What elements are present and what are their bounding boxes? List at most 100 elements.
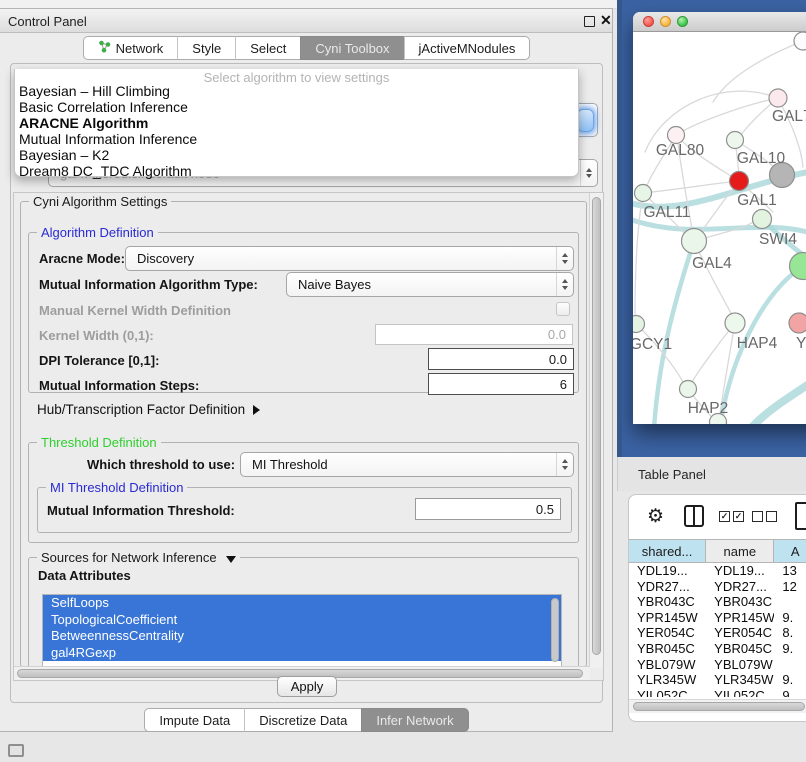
table-row[interactable]: YBR043CYBR043C — [629, 594, 806, 610]
table-row[interactable]: YBR045CYBR045C9. — [629, 641, 806, 657]
table-cell[interactable]: YBR043C — [629, 594, 706, 610]
table-horizontal-scrollbar[interactable] — [629, 699, 806, 713]
settings-vertical-scrollbar[interactable] — [589, 193, 603, 668]
network-node[interactable] — [794, 32, 806, 50]
column-header[interactable]: A — [774, 540, 806, 562]
attribute-item[interactable]: gal4RGexp — [43, 645, 561, 662]
network-node[interactable] — [633, 316, 645, 333]
tab-style[interactable]: Style — [177, 36, 235, 60]
table-row[interactable]: YDR27...YDR27...12 — [629, 579, 806, 595]
network-node[interactable] — [769, 89, 787, 107]
unchecked-box-icon[interactable] — [752, 511, 763, 522]
tab-select[interactable]: Select — [235, 36, 300, 60]
table-cell[interactable]: 9. — [774, 641, 806, 657]
apply-button[interactable]: Apply — [277, 676, 337, 697]
table-cell[interactable]: 12 — [774, 579, 806, 595]
table-cell[interactable]: YPR145W — [706, 610, 774, 626]
table-cell[interactable]: 13 — [774, 563, 806, 579]
network-node[interactable] — [682, 229, 707, 254]
restore-icon[interactable] — [584, 16, 595, 27]
close-icon[interactable]: ✕ — [600, 12, 612, 29]
tab-discretize-data[interactable]: Discretize Data — [244, 708, 361, 732]
network-window-titlebar[interactable] — [633, 12, 806, 32]
attribute-item[interactable]: BetweennessCentrality — [43, 628, 561, 645]
mi-algorithm-type-combo[interactable]: Naive Bayes — [286, 272, 574, 297]
dock-panel-icon[interactable] — [8, 744, 24, 757]
table-cell[interactable]: 9. — [774, 672, 806, 688]
column-header[interactable]: name — [706, 540, 774, 562]
table-cell[interactable]: YBL079W — [706, 657, 774, 673]
aracne-mode-combo[interactable]: Discovery — [125, 246, 574, 271]
network-node[interactable] — [730, 172, 749, 191]
table-cell[interactable]: YBR045C — [629, 641, 706, 657]
table-cell[interactable]: YER054C — [706, 625, 774, 641]
mac-close-button[interactable] — [643, 16, 654, 27]
mac-zoom-button[interactable] — [677, 16, 688, 27]
gear-icon[interactable]: ⚙ — [647, 505, 664, 528]
table-cell[interactable]: YIL052C — [629, 688, 706, 697]
network-node[interactable] — [680, 381, 697, 398]
collapse-arrow-icon[interactable] — [226, 556, 236, 563]
table-row[interactable]: YIL052CYIL052C9. — [629, 688, 806, 697]
data-attributes-list[interactable]: SelfLoopsTopologicalCoefficientBetweenne… — [42, 594, 562, 668]
table-cell[interactable]: YBR043C — [706, 594, 774, 610]
table-cell[interactable]: YER054C — [629, 625, 706, 641]
table-cell[interactable]: YDL19... — [629, 563, 706, 579]
table-cell[interactable]: YDR27... — [629, 579, 706, 595]
network-canvas[interactable]: GAL7GAL80GAL10GAL1GAL11SWI4GAL4GCY1HAP4Y… — [633, 32, 806, 424]
dropdown-item[interactable]: Bayesian – K2 — [15, 147, 578, 163]
table-cell[interactable]: 9. — [774, 610, 806, 626]
table-row[interactable]: YLR345WYLR345W9. — [629, 672, 806, 688]
dropdown-item[interactable]: Bayesian – Hill Climbing — [15, 83, 578, 99]
table-cell[interactable]: YPR145W — [629, 610, 706, 626]
table-cell[interactable]: 9. — [774, 688, 806, 697]
unchecked-box-icon[interactable] — [766, 511, 777, 522]
checked-box-icon[interactable]: ✓ — [719, 511, 730, 522]
mi-steps-field[interactable]: 6 — [428, 373, 574, 395]
table-row[interactable]: YDL19...YDL19...13 — [629, 563, 806, 579]
table-row[interactable]: YBL079WYBL079W — [629, 657, 806, 673]
attribute-item[interactable]: SelfLoops — [43, 595, 561, 612]
mac-minimize-button[interactable] — [660, 16, 671, 27]
which-threshold-combo[interactable]: MI Threshold — [240, 452, 574, 477]
dpi-tolerance-field[interactable]: 0.0 — [428, 348, 574, 370]
table-cell[interactable] — [774, 657, 806, 673]
network-node[interactable] — [753, 210, 772, 229]
column-header[interactable]: shared... — [629, 540, 706, 562]
dropdown-item[interactable]: Mutual Information Inference — [15, 131, 578, 147]
table-cell[interactable]: YIL052C — [706, 688, 774, 697]
list-scrollbar[interactable] — [551, 598, 559, 662]
dropdown-item[interactable]: Dream8 DC_TDC Algorithm — [15, 163, 578, 179]
table-cell[interactable]: YBR045C — [706, 641, 774, 657]
table-cell[interactable]: YDL19... — [706, 563, 774, 579]
dropdown-item[interactable]: ARACNE Algorithm — [15, 115, 578, 131]
network-node[interactable] — [789, 313, 806, 333]
attribute-item[interactable]: TopologicalCoefficient — [43, 612, 561, 629]
split-columns-icon[interactable] — [684, 505, 704, 527]
table-cell[interactable]: YDR27... — [706, 579, 774, 595]
table-row[interactable]: YPR145WYPR145W9. — [629, 610, 806, 626]
tab-infer-network[interactable]: Infer Network — [361, 708, 468, 732]
table-cell[interactable]: YLR345W — [629, 672, 706, 688]
table-cell[interactable]: YBL079W — [629, 657, 706, 673]
tab-network[interactable]: Network — [83, 36, 178, 60]
table-cell[interactable] — [774, 594, 806, 610]
manual-kernel-width-checkbox[interactable] — [556, 302, 570, 316]
network-node[interactable] — [725, 313, 745, 333]
network-node[interactable] — [635, 185, 652, 202]
dropdown-item[interactable]: Basic Correlation Inference — [15, 99, 578, 115]
network-window[interactable]: GAL7GAL80GAL10GAL1GAL11SWI4GAL4GCY1HAP4Y… — [633, 12, 806, 424]
hub-factor-expander[interactable]: Hub/Transcription Factor Definition — [37, 402, 260, 417]
tab-impute-data[interactable]: Impute Data — [144, 708, 244, 732]
table-row[interactable]: YER054CYER054C8. — [629, 625, 806, 641]
network-node[interactable] — [668, 127, 685, 144]
table-cell[interactable]: 8. — [774, 625, 806, 641]
tab-jactivemnodules[interactable]: jActiveMNodules — [404, 36, 531, 60]
document-icon[interactable] — [795, 502, 806, 530]
mi-threshold-field[interactable]: 0.5 — [415, 498, 561, 520]
network-node[interactable] — [727, 132, 744, 149]
table-cell[interactable]: YLR345W — [706, 672, 774, 688]
tab-cyni-toolbox[interactable]: Cyni Toolbox — [300, 36, 403, 60]
focused-stepper-button[interactable] — [577, 109, 594, 132]
checked-box-icon[interactable]: ✓ — [733, 511, 744, 522]
